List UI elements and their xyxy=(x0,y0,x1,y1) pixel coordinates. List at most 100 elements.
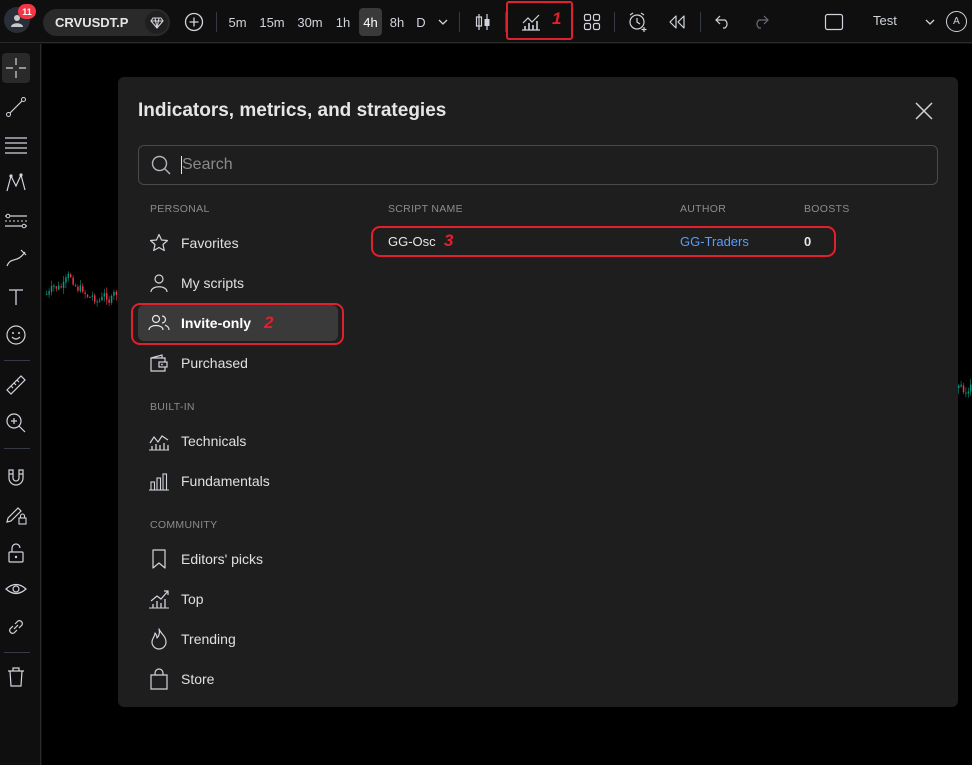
nav-store[interactable]: Store xyxy=(138,661,338,697)
chart-type-button[interactable] xyxy=(470,8,496,36)
nav-label: My scripts xyxy=(181,275,244,291)
nav-label: Fundamentals xyxy=(181,473,270,489)
pattern-tool[interactable] xyxy=(2,168,30,198)
interval-dropdown-button[interactable] xyxy=(434,8,452,36)
close-button[interactable] xyxy=(912,99,936,123)
interval-8h[interactable]: 8h xyxy=(386,8,408,36)
layout-menu-button[interactable] xyxy=(922,8,938,36)
remove-drawings-tool[interactable] xyxy=(2,662,30,692)
trend-line-icon xyxy=(6,97,26,117)
brush-tool[interactable] xyxy=(2,244,30,274)
section-community: COMMUNITY xyxy=(150,519,218,531)
symbol-search-button[interactable]: CRVUSDT.P xyxy=(43,9,170,36)
trend-line-tool[interactable] xyxy=(2,92,30,122)
candle-body xyxy=(96,301,98,303)
search-input[interactable] xyxy=(182,156,882,174)
chevron-down-icon xyxy=(438,19,448,25)
drawing-toolbar xyxy=(0,44,41,765)
highlight-step-2 xyxy=(131,303,344,345)
brush-icon xyxy=(6,249,27,267)
nav-purchased[interactable]: Purchased xyxy=(138,345,338,381)
grid-icon xyxy=(583,13,601,31)
wallet-icon xyxy=(148,352,170,374)
candle-body xyxy=(70,274,72,277)
close-icon xyxy=(915,102,933,120)
nav-trending[interactable]: Trending xyxy=(138,621,338,657)
nav-top[interactable]: Top xyxy=(138,581,338,617)
interval-1h[interactable]: 1h xyxy=(332,8,354,36)
unlock-icon xyxy=(8,543,24,563)
hide-drawings-tool[interactable] xyxy=(2,574,30,604)
shopping-bag-icon xyxy=(148,668,170,690)
lock-all-drawings-tool[interactable] xyxy=(2,538,30,568)
nav-fundamentals[interactable]: Fundamentals xyxy=(138,463,338,499)
templates-button[interactable] xyxy=(580,8,604,36)
search-field[interactable] xyxy=(138,145,938,185)
candle-body xyxy=(106,293,108,300)
link-icon xyxy=(9,620,23,634)
redo-icon xyxy=(756,15,769,29)
crosshair-tool[interactable] xyxy=(2,53,30,83)
nav-label: Technicals xyxy=(181,433,247,449)
notification-badge: 11 xyxy=(18,4,36,19)
candle-body xyxy=(108,299,110,303)
candle-body xyxy=(89,296,91,298)
text-tool[interactable] xyxy=(2,282,30,312)
account-button[interactable]: A xyxy=(946,11,967,32)
top-chart-icon xyxy=(148,588,170,610)
separator xyxy=(4,448,30,449)
prediction-tool[interactable] xyxy=(2,206,30,236)
alarm-clock-plus-icon xyxy=(629,12,647,32)
eye-icon xyxy=(5,583,27,595)
interval-30m[interactable]: 30m xyxy=(294,8,326,36)
emoji-tool[interactable] xyxy=(2,320,30,350)
replay-button[interactable] xyxy=(664,8,690,36)
candle-body xyxy=(103,293,106,297)
nav-label: Purchased xyxy=(181,355,248,371)
fib-tool[interactable] xyxy=(2,130,30,160)
alert-button[interactable] xyxy=(624,8,652,36)
compare-add-symbol-button[interactable] xyxy=(181,8,207,36)
nav-my-scripts[interactable]: My scripts xyxy=(138,265,338,301)
chevron-down-icon xyxy=(925,19,935,25)
ruler-icon xyxy=(6,375,26,395)
sync-drawings-tool[interactable] xyxy=(2,612,30,642)
nav-technicals[interactable]: Technicals xyxy=(138,423,338,459)
candle-body xyxy=(84,292,86,294)
interval-15m[interactable]: 15m xyxy=(256,8,288,36)
top-toolbar: 11 CRVUSDT.P 5m 15m 30m 1h 4h 8h D 1 Tes… xyxy=(0,0,972,43)
annotation-step-3: 3 xyxy=(444,231,454,250)
section-personal: PERSONAL xyxy=(150,203,210,215)
user-avatar[interactable]: 11 xyxy=(4,4,36,33)
candle-body xyxy=(960,384,962,387)
single-layout-icon xyxy=(824,13,844,31)
rewind-icon xyxy=(669,15,685,29)
layout-name[interactable]: Test xyxy=(873,13,897,28)
layout-select-button[interactable] xyxy=(820,8,848,36)
nav-label: Top xyxy=(181,591,204,607)
undo-button[interactable] xyxy=(710,8,736,36)
interval-5m[interactable]: 5m xyxy=(225,8,250,36)
candle-body xyxy=(72,277,74,285)
horizontal-lines-icon xyxy=(5,137,27,154)
zoom-tool[interactable] xyxy=(2,408,30,438)
redo-button[interactable] xyxy=(748,8,774,36)
diamond-icon[interactable] xyxy=(145,11,168,34)
column-header-boosts: BOOSTS xyxy=(804,203,850,215)
interval-d[interactable]: D xyxy=(413,8,429,36)
nav-label: Trending xyxy=(181,631,236,647)
interval-4h[interactable]: 4h xyxy=(359,8,382,36)
magnet-tool[interactable] xyxy=(2,462,30,492)
candle-body xyxy=(58,285,60,290)
measure-tool[interactable] xyxy=(2,370,30,400)
annotation-step-2: 2 xyxy=(264,313,274,332)
candle-body xyxy=(65,277,67,283)
nav-editors-picks[interactable]: Editors' picks xyxy=(138,541,338,577)
nav-favorites[interactable]: Favorites xyxy=(138,225,338,261)
star-icon xyxy=(148,232,170,254)
separator xyxy=(614,12,615,32)
candle-body xyxy=(77,286,79,291)
nav-label: Favorites xyxy=(181,235,239,251)
lock-drawings-edit-tool[interactable] xyxy=(2,500,30,530)
annotation-step-1: 1 xyxy=(552,9,562,28)
